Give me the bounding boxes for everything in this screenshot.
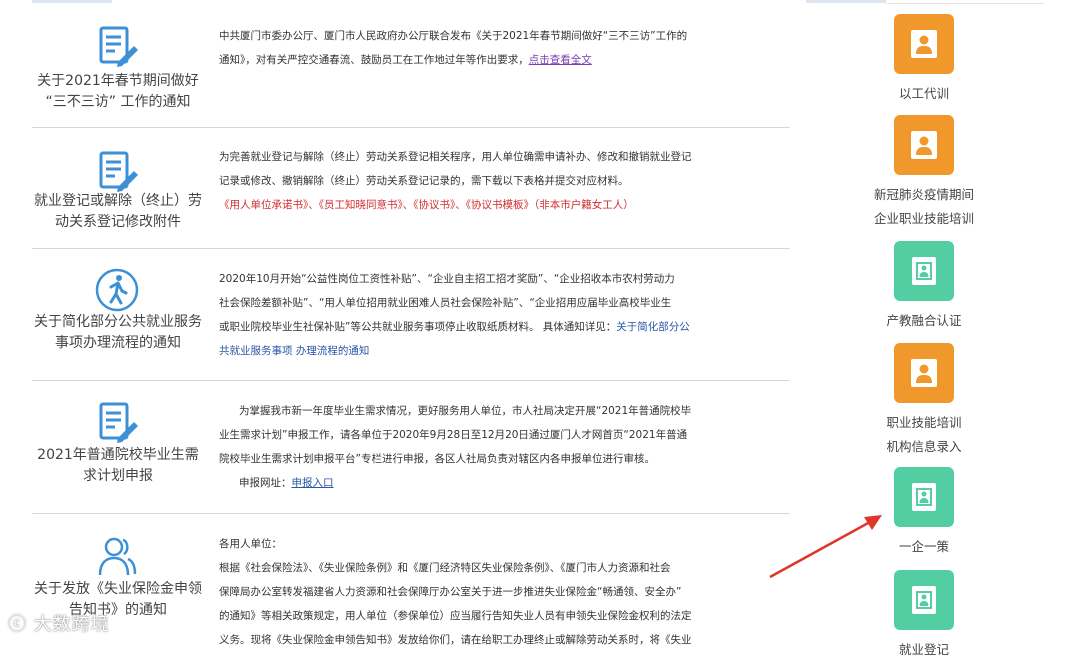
id-card-icon [894,467,954,527]
attachment-links[interactable]: 《用人单位承诺书》、《员工知晓同意书》、《协议书》、《协议书模板》（非本市户籍女… [219,193,739,217]
sidebar-item-industry-education-certification[interactable]: 产教融合认证 [886,241,962,328]
desc-line: 保障局办公室转发福建省人力资源和社会保障厅办公室关于进一步推进失业保险金“畅通领… [219,586,682,598]
walking-person-icon [95,268,139,312]
label-line: 职业技能培训 [886,415,962,430]
notice-title-area[interactable]: 关于简化部分公共就业服务 事项办理流程的通知 [32,248,204,380]
watermark-text: 大数跨境 [33,614,110,635]
title-line: 关于2021年春节期间做好 [37,73,199,89]
desc-line: 的通知》等相关政策规定，用人单位（参保单位）应当履行告知失业人员有申领失业保险金… [219,610,692,622]
desc-text: 申报网址： [239,477,292,489]
label-line: 机构信息录入 [886,439,962,454]
desc-text: 通知》，对有关严控交通春流、鼓励员工在工作地过年等作出要求， [219,54,529,66]
notice-item: 关于发放《失业保险金申领 告知书》的通知 各用人单位： 根据《社会保险法》、《失… [32,513,790,653]
notice-description: 中共厦门市委办公厅、厦门市人民政府办公厅联合发布《关于2021年春节期间做好“三… [219,24,739,72]
sidebar-item-employment-registration[interactable]: 就业登记 [894,570,954,657]
notice-title-area[interactable]: 关于2021年春节期间做好 “三不三访” 工作的通知 [32,3,204,127]
title-line: 动关系登记修改附件 [55,214,181,230]
notice-title-area[interactable]: 就业登记或解除（终止）劳 动关系登记修改附件 [32,127,204,248]
title-line: 关于发放《失业保险金申领 [34,581,202,597]
title-line: 事项办理流程的通知 [55,335,181,351]
desc-text: 或职业院校毕业生社保补贴”等公共就业服务事项停止收取纸质材料。 具体通知详见： [219,321,617,333]
notice-detail-link[interactable]: 共就业服务事项 办理流程的通知 [219,339,739,363]
id-card-icon [894,570,954,630]
notice-item: 就业登记或解除（终止）劳 动关系登记修改附件 为完善就业登记与解除（终止）劳动关… [32,127,790,249]
title-line: 2021年普通院校毕业生需 [37,447,199,463]
desc-line: 业生需求计划”申报工作，请各单位于2020年9月28日至12月20日通过厦门人才… [219,429,688,441]
desc-line: 记录或修改、撤销解除（终止）劳动关系登记记录的，需下载以下表格并提交对应材料。 [219,175,629,187]
desc-line: 通知》，对有关严控交通春流、鼓励员工在工作地过年等作出要求，点击查看全文 [219,48,739,72]
notice-item: 关于简化部分公共就业服务 事项办理流程的通知 2020年10月开始“公益性岗位工… [32,248,790,381]
watermark-logo-icon: ⓒ [8,614,34,635]
notice-description: 2020年10月开始“公益性岗位工资性补贴”、“企业自主招工招才奖励”、“企业招… [219,267,739,363]
document-edit-icon [99,26,138,67]
sidebar-item-label: 产教融合认证 [834,309,1014,333]
watermark: ⓒ 大数跨境 [8,610,110,636]
sidebar-item-label: 以工代训 [834,82,1014,106]
notice-title[interactable]: 关于简化部分公共就业服务 事项办理流程的通知 [32,312,204,354]
person-badge-icon [894,115,954,175]
sidebar-item-training-institution-entry[interactable]: 职业技能培训 机构信息录入 [886,343,962,454]
title-line: 关于简化部分公共就业服务 [34,314,202,330]
notice-description: 为掌握我市新一年度毕业生需求情况，更好服务用人单位，市人社局决定开展“2021年… [219,399,739,495]
desc-line: 2020年10月开始“公益性岗位工资性补贴”、“企业自主招工招才奖励”、“企业招… [219,273,675,285]
id-card-icon [894,241,954,301]
red-arrow-annotation [769,515,882,579]
desc-line: 社会保险差额补贴”、“用人单位招用就业困难人员社会保险补贴”、“企业招用应届毕业… [219,297,672,309]
desc-line: 院校毕业生需求计划申报平台”专栏进行申报，各区人社局负责对辖区内各申报单位进行审… [219,453,655,465]
notice-description: 各用人单位： 根据《社会保险法》、《失业保险条例》和《厦门经济特区失业保险条例》… [219,532,739,652]
person-badge-icon [894,343,954,403]
title-line: 求计划申报 [83,468,153,484]
notice-title[interactable]: 2021年普通院校毕业生需 求计划申报 [32,445,204,487]
view-full-text-link[interactable]: 点击查看全文 [529,54,592,66]
document-edit-icon [99,151,138,192]
sidebar-item-work-for-training[interactable]: 以工代训 [894,14,954,101]
apply-entry-link[interactable]: 申报入口 [292,477,334,489]
person-badge-icon [894,14,954,74]
desc-line: 或职业院校毕业生社保补贴”等公共就业服务事项停止收取纸质材料。 具体通知详见：关… [219,315,739,339]
sidebar-item-one-enterprise-one-policy[interactable]: 一企一策 [894,467,954,554]
desc-line: 申报网址：申报入口 [219,471,739,495]
label-line: 就业登记 [898,642,949,657]
label-line: 产教融合认证 [886,313,962,328]
desc-line: 中共厦门市委办公厅、厦门市人民政府办公厅联合发布《关于2021年春节期间做好“三… [219,30,688,42]
notice-detail-link[interactable]: 关于简化部分公 [616,321,690,333]
sidebar-item-covid-skill-training[interactable]: 新冠肺炎疫情期间 企业职业技能培训 [874,115,974,226]
desc-line: 为完善就业登记与解除（终止）劳动关系登记相关程序，用人单位确需申请补办、修改和撤… [219,151,692,163]
notice-title[interactable]: 关于2021年春节期间做好 “三不三访” 工作的通知 [32,71,204,113]
desc-line: 根据《社会保险法》、《失业保险条例》和《厦门经济特区失业保险条例》、《厦门市人力… [219,562,671,574]
people-icon [98,537,137,576]
title-line: “三不三访” 工作的通知 [45,94,191,110]
label-line: 新冠肺炎疫情期间 [873,187,974,202]
sidebar-item-label: 就业登记 [834,638,1014,662]
desc-line: 为掌握我市新一年度毕业生需求情况，更好服务用人单位，市人社局决定开展“2021年… [239,405,692,417]
label-line: 企业职业技能培训 [873,211,974,226]
desc-line: 各用人单位： [219,538,282,550]
notice-item: 2021年普通院校毕业生需 求计划申报 为掌握我市新一年度毕业生需求情况，更好服… [32,380,790,514]
notice-title[interactable]: 就业登记或解除（终止）劳 动关系登记修改附件 [32,191,204,233]
title-line: 就业登记或解除（终止）劳 [34,193,202,209]
document-edit-icon [99,402,138,443]
desc-line: 义务。现将《失业保险金申领告知书》发放给你们，请在给职工办理终止或解除劳动关系时… [219,634,692,646]
notice-item: 关于2021年春节期间做好 “三不三访” 工作的通知 中共厦门市委办公厅、厦门市… [32,3,790,128]
sidebar-item-label: 职业技能培训 机构信息录入 [834,411,1014,459]
notice-description: 为完善就业登记与解除（终止）劳动关系登记相关程序，用人单位确需申请补办、修改和撤… [219,145,739,217]
notice-list: 关于2021年春节期间做好 “三不三访” 工作的通知 中共厦门市委办公厅、厦门市… [0,0,800,646]
notice-title-area[interactable]: 2021年普通院校毕业生需 求计划申报 [32,380,204,513]
sidebar-item-label: 新冠肺炎疫情期间 企业职业技能培训 [834,183,1014,231]
label-line: 以工代训 [898,86,949,101]
